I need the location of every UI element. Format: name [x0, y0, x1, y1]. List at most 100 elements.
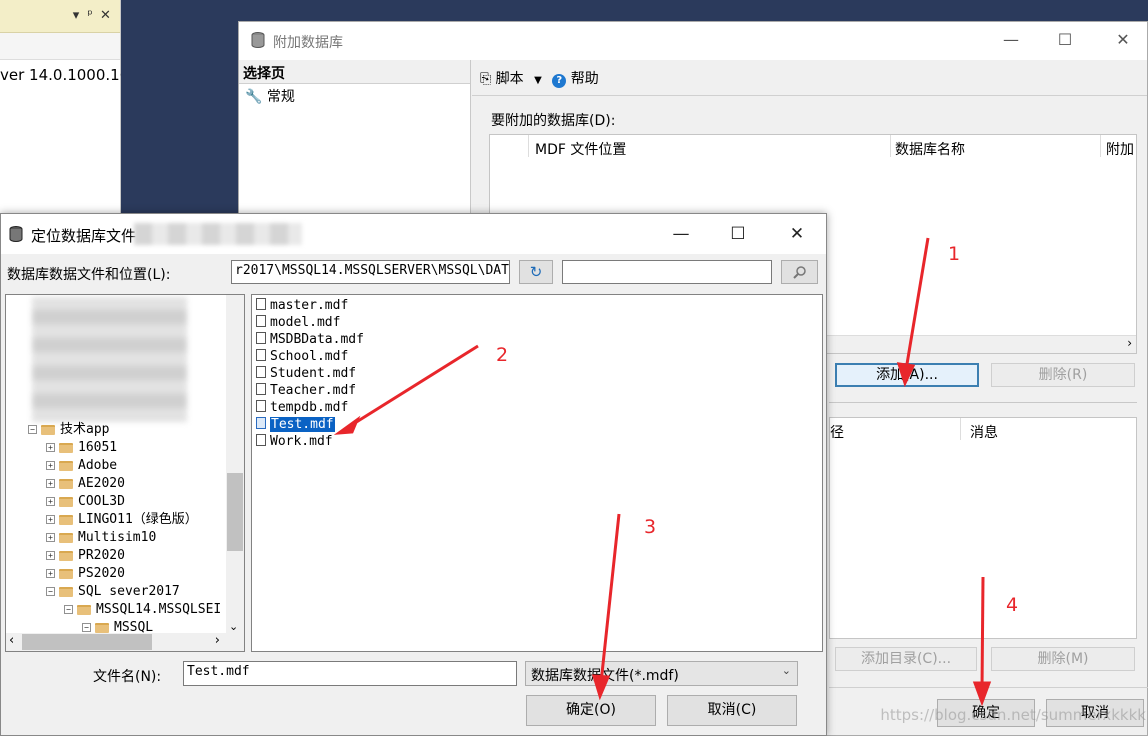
horizontal-scrollbar[interactable]: ‹ ›: [6, 633, 244, 651]
background-window-titlebar: ▾ ᵖ✕: [0, 0, 120, 33]
collapse-icon[interactable]: −: [82, 623, 91, 632]
tree-item[interactable]: + Multisim10: [46, 529, 156, 547]
collapse-icon[interactable]: −: [46, 587, 55, 596]
remove-button[interactable]: 删除(R): [991, 363, 1135, 387]
minimize-button[interactable]: —: [999, 30, 1023, 49]
pin-icon[interactable]: ᵖ: [86, 8, 100, 23]
chevron-down-icon[interactable]: ⌄: [229, 620, 238, 633]
column-message[interactable]: 消息: [970, 422, 998, 442]
add-button[interactable]: 添加(A)...: [835, 363, 979, 387]
page-item-general[interactable]: 🔧 常规: [239, 84, 470, 108]
expand-icon[interactable]: +: [46, 551, 55, 560]
ok-button[interactable]: 确定(O): [526, 695, 656, 726]
file-item[interactable]: Student.mdf: [256, 365, 356, 382]
search-icon: [792, 265, 806, 279]
scrollbar-thumb[interactable]: [22, 634, 152, 650]
tree-item-label: 16051: [78, 440, 118, 455]
cancel-button[interactable]: 取消(C): [667, 695, 797, 726]
file-item-label: MSDBData.mdf: [270, 332, 364, 347]
folder-icon: [59, 460, 73, 471]
folder-icon: [59, 532, 73, 543]
close-icon[interactable]: ✕: [100, 8, 114, 23]
filename-input[interactable]: Test.mdf: [183, 661, 517, 686]
tree-item[interactable]: +16051: [46, 439, 117, 457]
file-item[interactable]: School.mdf: [256, 348, 348, 365]
search-button[interactable]: [781, 260, 818, 284]
file-item[interactable]: Test.mdf: [256, 416, 335, 433]
search-input[interactable]: [562, 260, 772, 284]
refresh-button[interactable]: ↻: [519, 260, 553, 284]
maximize-button[interactable]: ☐: [723, 224, 753, 244]
expand-icon[interactable]: +: [46, 497, 55, 506]
collapse-icon[interactable]: −: [64, 605, 73, 614]
chevron-down-icon[interactable]: ▼: [534, 75, 542, 86]
tree-item[interactable]: + AE2020: [46, 475, 125, 493]
expand-icon[interactable]: +: [46, 443, 55, 452]
scrollbar-thumb[interactable]: [227, 473, 243, 551]
folder-icon: [59, 442, 73, 453]
chevron-left-icon[interactable]: ‹: [9, 633, 14, 648]
help-button[interactable]: 帮助: [571, 71, 599, 87]
blurred-region: [134, 223, 302, 245]
minimize-button[interactable]: —: [666, 224, 696, 244]
file-icon: [256, 366, 266, 378]
expand-icon[interactable]: +: [46, 569, 55, 578]
file-list[interactable]: master.mdf model.mdf MSDBData.mdf School.md…: [251, 294, 823, 652]
file-item[interactable]: model.mdf: [256, 314, 340, 331]
file-type-select[interactable]: 数据库数据文件(*.mdf) ⌄: [525, 661, 798, 686]
locate-database-files-dialog: 定位数据库文件 — ☐ ✕ 数据库数据文件和位置(L): r2017\MSSQL…: [0, 213, 827, 736]
add-catalog-button[interactable]: 添加目录(C)...: [835, 647, 977, 671]
tree-item[interactable]: + PR2020: [46, 547, 125, 565]
close-button[interactable]: ✕: [782, 224, 812, 244]
databases-to-attach-label: 要附加的数据库(D):: [491, 113, 616, 129]
vertical-scrollbar[interactable]: ⌄: [226, 295, 244, 635]
expand-icon[interactable]: +: [46, 461, 55, 470]
select-page-header: 选择页: [239, 60, 470, 84]
file-item[interactable]: Teacher.mdf: [256, 382, 356, 399]
expand-icon[interactable]: +: [46, 533, 55, 542]
script-button[interactable]: 脚本: [496, 71, 524, 87]
path-label: 数据库数据文件和位置(L):: [7, 267, 171, 283]
column-database-name[interactable]: 数据库名称: [895, 139, 965, 159]
file-item[interactable]: Work.mdf: [256, 433, 333, 450]
dropdown-icon[interactable]: ▾: [72, 8, 86, 23]
tree-item[interactable]: + PS2020: [46, 565, 125, 583]
tree-item[interactable]: + LINGO11（绿色版）: [46, 511, 198, 529]
folder-icon: [59, 586, 73, 597]
file-item-label: School.mdf: [270, 349, 349, 364]
file-item[interactable]: tempdb.mdf: [256, 399, 348, 416]
column-attach-as[interactable]: 附加: [1106, 139, 1134, 159]
maximize-button[interactable]: ☐: [1053, 30, 1077, 49]
filename-label: 文件名(N):: [93, 669, 162, 685]
chevron-right-icon[interactable]: ›: [215, 633, 220, 648]
path-input[interactable]: r2017\MSSQL14.MSSQLSERVER\MSSQL\DAT: [231, 260, 510, 284]
folder-icon: [95, 622, 109, 633]
column-path[interactable]: 径: [830, 422, 844, 442]
tree-item[interactable]: − MSSQL14.MSSQLSEI: [64, 601, 221, 619]
file-item-label: model.mdf: [270, 315, 341, 330]
expand-icon[interactable]: +: [46, 479, 55, 488]
expand-icon[interactable]: +: [46, 515, 55, 524]
server-version-text: ver 14.0.1000.16: [0, 66, 121, 84]
tree-item[interactable]: + COOL3D: [46, 493, 125, 511]
page-item-label: 常规: [266, 89, 295, 105]
folder-icon: [77, 604, 91, 615]
tree-item[interactable]: − SQL sever2017: [46, 583, 180, 601]
wrench-icon: 🔧: [245, 89, 263, 105]
collapse-icon[interactable]: −: [28, 425, 37, 434]
remove-catalog-button[interactable]: 删除(M): [991, 647, 1135, 671]
file-item[interactable]: master.mdf: [256, 297, 348, 314]
folder-icon: [41, 424, 55, 435]
close-button[interactable]: ✕: [1111, 30, 1135, 49]
file-icon: [256, 400, 266, 412]
tree-item[interactable]: + Adobe: [46, 457, 117, 475]
locate-dialog-title: 定位数据库文件: [31, 227, 137, 245]
file-icon: [256, 298, 266, 310]
database-details-grid[interactable]: 径 消息: [829, 417, 1137, 639]
chevron-right-icon[interactable]: ›: [1127, 336, 1132, 350]
folder-tree[interactable]: − 技术app +16051 + Adobe + AE2020 + COOL3D + LINGO11…: [5, 294, 245, 652]
file-icon: [256, 315, 266, 327]
file-item[interactable]: MSDBData.mdf: [256, 331, 364, 348]
tree-item[interactable]: − 技术app: [28, 421, 109, 439]
column-mdf-location[interactable]: MDF 文件位置: [535, 139, 626, 159]
